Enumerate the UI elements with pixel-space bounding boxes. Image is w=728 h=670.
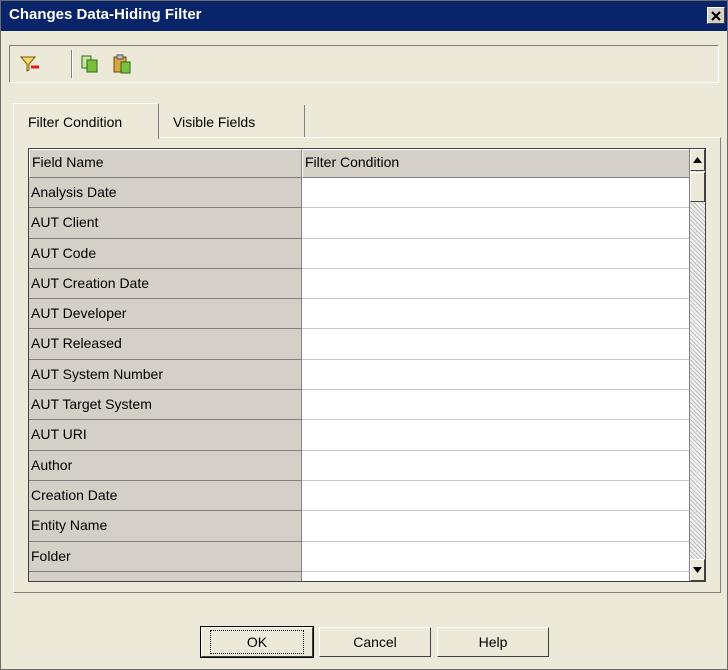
field-name-cell: AUT Developer bbox=[29, 299, 302, 330]
ok-button[interactable]: OK bbox=[200, 626, 314, 658]
paste-button[interactable] bbox=[110, 52, 134, 76]
title-bar[interactable]: Changes Data-Hiding Filter bbox=[1, 1, 727, 31]
cancel-button[interactable]: Cancel bbox=[319, 627, 431, 657]
field-name-cell: AUT Client bbox=[29, 208, 302, 239]
field-name-cell: Folder bbox=[29, 541, 302, 572]
help-button[interactable]: Help bbox=[437, 627, 549, 657]
filter-condition-cell[interactable] bbox=[302, 208, 692, 239]
filter-condition-cell[interactable] bbox=[302, 480, 692, 512]
vertical-scrollbar[interactable] bbox=[689, 149, 705, 581]
cancel-label: Cancel bbox=[353, 634, 397, 650]
grid-header: Field Name Filter Condition bbox=[29, 149, 692, 178]
toolbar bbox=[9, 45, 719, 83]
filter-condition-cell[interactable] bbox=[302, 571, 692, 581]
close-icon bbox=[711, 10, 721, 21]
column-header-filter-condition[interactable]: Filter Condition bbox=[302, 149, 692, 178]
field-name-cell: AUT Code bbox=[29, 238, 302, 269]
scroll-thumb[interactable] bbox=[690, 172, 705, 202]
scroll-down-button[interactable] bbox=[690, 559, 705, 581]
filter-condition-cell[interactable] bbox=[302, 541, 692, 572]
filter-condition-cell[interactable] bbox=[302, 390, 692, 421]
filter-condition-cell[interactable] bbox=[302, 178, 692, 209]
tab-filter-condition[interactable]: Filter Condition bbox=[13, 103, 159, 139]
filter-icon bbox=[19, 56, 39, 72]
table-row[interactable]: Analysis Date bbox=[29, 178, 692, 209]
close-button[interactable] bbox=[707, 7, 725, 24]
dialog-title: Changes Data-Hiding Filter bbox=[9, 6, 202, 23]
field-name-cell: Modified bbox=[29, 571, 302, 581]
dialog-window: Changes Data-Hiding Filter Filter Condit… bbox=[0, 0, 728, 670]
tab-panel: Field Name Filter Condition Analysis Dat… bbox=[13, 137, 721, 593]
arrow-down-icon bbox=[693, 567, 702, 573]
column-header-field-name[interactable]: Field Name bbox=[29, 149, 302, 178]
ok-label: OK bbox=[209, 630, 305, 654]
tab-label: Filter Condition bbox=[28, 114, 123, 130]
table-row[interactable]: Modified bbox=[29, 571, 692, 581]
filter-condition-cell[interactable] bbox=[302, 268, 692, 300]
table-row[interactable]: Creation Date bbox=[29, 480, 692, 512]
table-row[interactable]: AUT URI bbox=[29, 420, 692, 451]
filter-condition-cell[interactable] bbox=[302, 238, 692, 269]
table-row[interactable]: AUT Target System bbox=[29, 390, 692, 421]
dialog-body: Filter Condition Visible Fields Field Na… bbox=[1, 31, 727, 669]
field-name-cell: AUT Released bbox=[29, 329, 302, 360]
scroll-up-button[interactable] bbox=[690, 149, 705, 171]
field-name-cell: AUT URI bbox=[29, 420, 302, 451]
field-name-cell: AUT Creation Date bbox=[29, 268, 302, 300]
filter-button[interactable] bbox=[18, 52, 42, 76]
table-row[interactable]: AUT Code bbox=[29, 238, 692, 269]
field-name-cell: Creation Date bbox=[29, 480, 302, 512]
field-name-cell: AUT System Number bbox=[29, 359, 302, 391]
copy-button[interactable] bbox=[78, 52, 102, 76]
field-name-cell: Analysis Date bbox=[29, 178, 302, 209]
filter-condition-cell[interactable] bbox=[302, 359, 692, 391]
field-name-cell: Author bbox=[29, 450, 302, 481]
table-row[interactable]: AUT Client bbox=[29, 208, 692, 239]
table-row[interactable]: AUT Creation Date bbox=[29, 268, 692, 300]
arrow-up-icon bbox=[693, 157, 702, 163]
table-row[interactable]: AUT Released bbox=[29, 329, 692, 360]
help-label: Help bbox=[478, 634, 508, 650]
table-row[interactable]: Author bbox=[29, 450, 692, 481]
field-name-cell: Entity Name bbox=[29, 511, 302, 542]
table-row[interactable]: AUT System Number bbox=[29, 359, 692, 391]
table-row[interactable]: Entity Name bbox=[29, 511, 692, 542]
filter-grid: Field Name Filter Condition Analysis Dat… bbox=[28, 148, 706, 582]
tab-visible-fields[interactable]: Visible Fields bbox=[159, 105, 305, 137]
grid-rows: Analysis Date AUT Client AUT Code AUT Creat… bbox=[29, 178, 692, 581]
copy-icon bbox=[81, 55, 98, 73]
field-name-cell: AUT Target System bbox=[29, 390, 302, 421]
filter-condition-cell[interactable] bbox=[302, 420, 692, 451]
filter-condition-cell[interactable] bbox=[302, 450, 692, 481]
tab-label: Visible Fields bbox=[173, 114, 256, 130]
filter-condition-cell[interactable] bbox=[302, 299, 692, 330]
filter-condition-cell[interactable] bbox=[302, 511, 692, 542]
table-row[interactable]: Folder bbox=[29, 541, 692, 572]
paste-icon bbox=[113, 54, 131, 74]
filter-condition-cell[interactable] bbox=[302, 329, 692, 360]
table-row[interactable]: AUT Developer bbox=[29, 299, 692, 330]
toolbar-separator bbox=[71, 50, 73, 78]
